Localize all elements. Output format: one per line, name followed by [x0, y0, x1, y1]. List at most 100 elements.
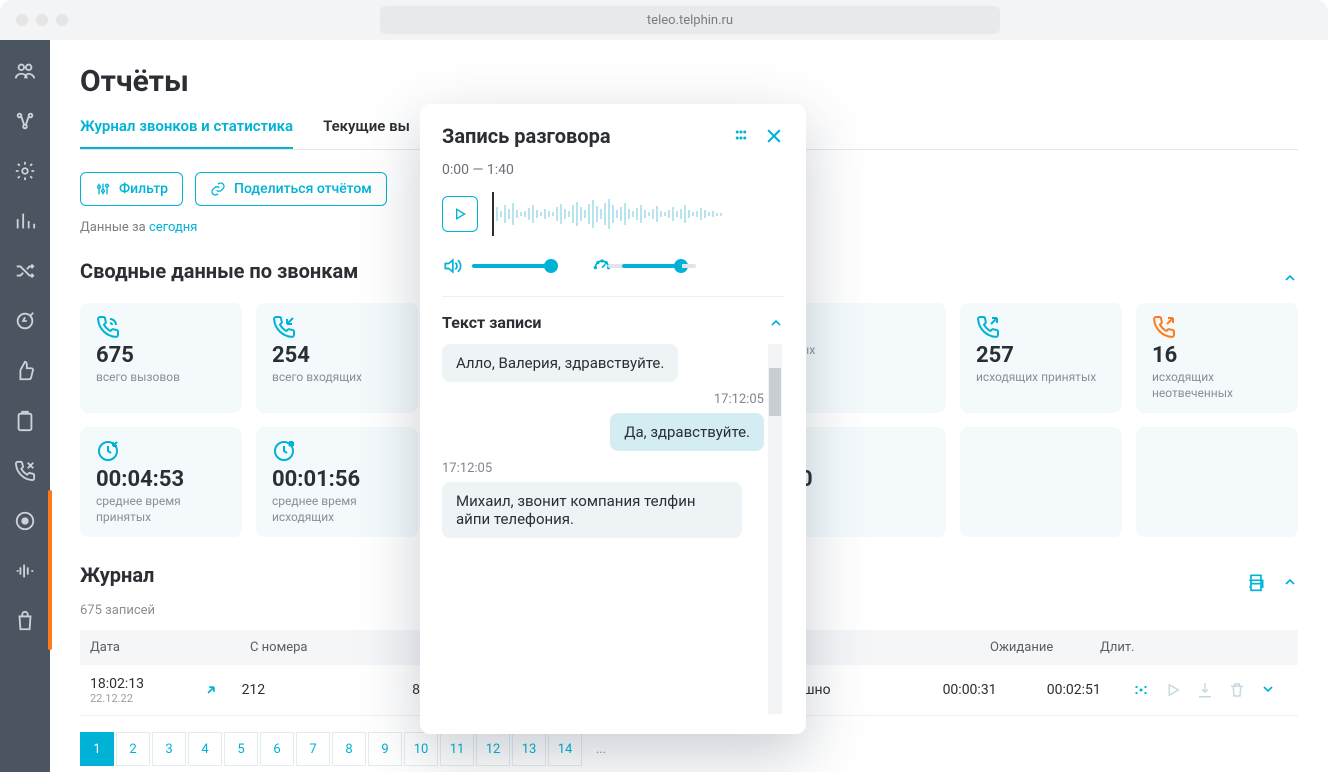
wave-bar — [556, 207, 558, 221]
page-button[interactable]: 10 — [404, 732, 438, 766]
wave-bar — [560, 204, 562, 224]
page-button[interactable]: 11 — [440, 732, 474, 766]
sidebar-thumbsup-icon[interactable] — [14, 360, 36, 382]
col-duration: Длит. — [1100, 640, 1190, 655]
url-bar[interactable]: teleo.telphin.ru — [380, 6, 1000, 34]
message-time: 17:12:05 — [442, 461, 764, 476]
close-icon[interactable] — [764, 126, 784, 146]
sidebar-phone-x-icon[interactable] — [14, 460, 36, 482]
page-button[interactable]: 5 — [224, 732, 258, 766]
wave-bar — [676, 211, 678, 217]
wave-bar — [720, 213, 722, 216]
wave-bar — [652, 209, 654, 219]
stat-label: ых — [800, 343, 930, 359]
wave-bar — [592, 200, 594, 228]
wave-bar — [528, 208, 530, 220]
sidebar-gear-icon[interactable] — [14, 160, 36, 182]
play-button[interactable] — [442, 196, 478, 232]
stat-value: 675 — [96, 343, 226, 368]
volume-slider[interactable] — [472, 264, 552, 268]
playhead[interactable] — [492, 192, 494, 236]
stat-card: 257 исходящих принятых — [960, 303, 1122, 413]
wave-bar — [584, 210, 586, 218]
clock-in-icon — [96, 439, 120, 463]
page-button[interactable]: 4 — [188, 732, 222, 766]
sidebar-org-icon[interactable] — [14, 110, 36, 132]
page-button[interactable]: 13 — [512, 732, 546, 766]
clock-out-icon — [272, 439, 296, 463]
row-sparkle-icon[interactable] — [1132, 681, 1150, 699]
page-button[interactable]: 3 — [152, 732, 186, 766]
collapse-summary-icon[interactable] — [1282, 270, 1298, 286]
pagination: 1234567891011121314... — [80, 732, 1298, 766]
page-button[interactable]: 7 — [296, 732, 330, 766]
wave-bar — [692, 212, 694, 216]
stat-value: 254 — [272, 343, 402, 368]
tab-current[interactable]: Текущие вы — [323, 117, 410, 149]
stat-value: 16 — [1152, 343, 1282, 368]
wave-bar — [632, 211, 634, 217]
direction-out-icon — [204, 683, 242, 697]
browser-chrome: teleo.telphin.ru — [0, 0, 1328, 40]
journal-title: Журнал — [80, 563, 154, 587]
row-download-icon[interactable] — [1196, 681, 1214, 699]
stat-card — [960, 427, 1122, 537]
page-button[interactable]: 6 — [260, 732, 294, 766]
page-button[interactable]: 1 — [80, 732, 114, 766]
sidebar-nav — [0, 40, 50, 772]
window-minimize[interactable] — [36, 14, 48, 26]
page-button[interactable]: 9 — [368, 732, 402, 766]
waveform[interactable] — [492, 194, 784, 234]
row-delete-icon[interactable] — [1228, 681, 1246, 699]
row-expand-icon[interactable] — [1260, 681, 1278, 699]
phone-missed-out-icon — [1152, 315, 1176, 339]
page-title: Отчёты — [80, 64, 1298, 99]
row-play-icon[interactable] — [1164, 681, 1182, 699]
message-text: Михаил, звонит компания телфин айпи теле… — [442, 482, 742, 538]
volume-icon[interactable] — [442, 256, 462, 276]
sidebar-record-icon[interactable] — [14, 510, 36, 532]
col-date: Дата — [80, 640, 210, 655]
wave-bar — [572, 205, 574, 223]
share-button[interactable]: Поделиться отчётом — [195, 172, 387, 206]
scrollbar-thumb[interactable] — [769, 368, 781, 416]
stat-label: среднее время исходящих — [272, 494, 402, 525]
stat-card: ых — [784, 303, 946, 413]
transcript-title: Текст записи — [442, 313, 542, 332]
page-ellipsis: ... — [584, 732, 618, 766]
collapse-transcript-icon[interactable] — [768, 315, 784, 331]
page-button[interactable]: 12 — [476, 732, 510, 766]
row-wait: 00:00:31 — [943, 682, 1047, 698]
wave-bar — [496, 207, 498, 221]
sidebar-bag-icon[interactable] — [14, 610, 36, 632]
wave-bar — [500, 211, 502, 217]
stat-card — [1136, 427, 1298, 537]
sidebar-stats-icon[interactable] — [14, 210, 36, 232]
page-button[interactable]: 14 — [548, 732, 582, 766]
period-link[interactable]: сегодня — [149, 220, 197, 235]
sidebar-audio-icon[interactable] — [14, 560, 36, 582]
phone-in-icon — [272, 315, 296, 339]
collapse-journal-icon[interactable] — [1282, 574, 1298, 590]
message-text: Алло, Валерия, здравствуйте. — [442, 344, 678, 382]
sidebar-shuffle-icon[interactable] — [14, 260, 36, 282]
window-maximize[interactable] — [56, 14, 68, 26]
wave-bar — [552, 212, 554, 216]
message: 17:12:05 Да, здравствуйте. — [442, 392, 764, 451]
sidebar-users-icon[interactable] — [14, 60, 36, 82]
sidebar-clipboard-icon[interactable] — [14, 410, 36, 432]
stat-label: всего входящих — [272, 370, 402, 386]
sidebar-target-icon[interactable] — [14, 310, 36, 332]
page-button[interactable]: 2 — [116, 732, 150, 766]
window-close[interactable] — [16, 14, 28, 26]
speed-slider[interactable] — [622, 264, 682, 268]
filter-button[interactable]: Фильтр — [80, 172, 183, 206]
row-from: 212 — [242, 682, 413, 698]
wave-bar — [512, 203, 514, 225]
print-icon[interactable] — [1246, 572, 1266, 592]
page-button[interactable]: 8 — [332, 732, 366, 766]
drag-handle-icon[interactable] — [732, 126, 750, 146]
col-wait: Ожидание — [990, 640, 1100, 655]
tab-call-log[interactable]: Журнал звонков и статистика — [80, 117, 293, 149]
wave-bar — [564, 209, 566, 219]
